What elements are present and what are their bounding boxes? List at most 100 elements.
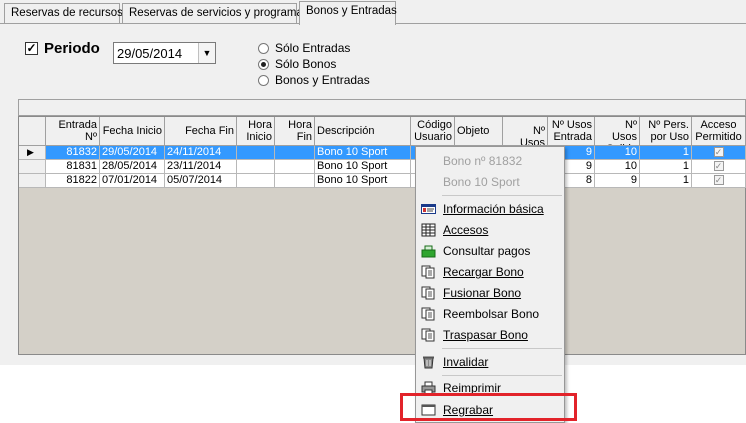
menu-item-label: Traspasar Bono [443,328,528,342]
table-row[interactable]: 81831 28/05/2014 23/11/2014 Bono 10 Spor… [19,160,746,174]
cell-pers: 1 [640,174,692,188]
radio-solo-entradas[interactable]: Sólo Entradas [258,40,350,56]
table-row[interactable]: 81822 07/01/2014 05/07/2014 Bono 10 Spor… [19,174,746,188]
menu-item-recargar-bono[interactable]: Recargar Bono [416,262,564,282]
menu-item-informacion-basica[interactable]: Información básica [416,199,564,219]
col-objeto[interactable]: Objeto [455,117,503,146]
menu-item-reembolsar-bono[interactable]: Reembolsar Bono [416,304,564,324]
cell-hora-inicio [237,160,275,174]
col-fecha-fin[interactable]: Fecha Fin [165,117,237,146]
cell-fecha-fin: 05/07/2014 [165,174,237,188]
cell-entrada: 81831 [46,160,100,174]
cell-pers: 1 [640,146,692,160]
menu-item-label: Reembolsar Bono [443,307,540,321]
cell-fecha-inicio: 29/05/2014 [100,146,165,160]
tab-reservas-servicios[interactable]: Reservas de servicios y programas [122,3,309,24]
radio-icon [258,42,269,54]
col-pers-por-uso[interactable]: Nº Pers. por Uso [640,117,692,146]
bonos-grid: Entrada Nº Fecha Inicio Fecha Fin Hora I… [18,116,746,355]
cell-entrada: 81832 [46,146,100,160]
col-acceso-permitido[interactable]: Acceso Permitido [692,117,746,146]
col-entrada[interactable]: Entrada Nº [46,117,100,146]
col-hora-inicio[interactable]: Hora Inicio [237,117,275,146]
documents-icon [421,286,435,300]
row-indicator [19,174,46,188]
cell-fecha-inicio: 07/01/2014 [100,174,165,188]
tab-bonos-entradas[interactable]: Bonos y Entradas [299,1,397,25]
highlight-box [400,393,577,421]
documents-icon [421,328,435,342]
table-row[interactable]: ▶ 81832 29/05/2014 24/11/2014 Bono 10 Sp… [19,146,746,160]
grid-table-icon [421,223,436,237]
menu-item-invalidar[interactable]: Invalidar [416,352,564,372]
tab-reservas-recursos[interactable]: Reservas de recursos [4,3,123,24]
menu-item-label: Información básica [443,202,544,216]
date-picker[interactable]: 29/05/2014 ▼ [113,42,216,64]
checkbox-checked-icon: ✓ [713,175,724,185]
menu-item-label: Recargar Bono [443,265,524,279]
menu-item-label: Invalidar [443,355,489,369]
radio-selected-icon [258,58,269,70]
radio-bonos-entradas[interactable]: Bonos y Entradas [258,72,370,88]
cell-descripcion: Bono 10 Sport [315,146,411,160]
menu-item-traspasar-bono[interactable]: Traspasar Bono [416,325,564,345]
row-pointer-icon: ▶ [19,146,46,160]
radio-solo-bonos[interactable]: Sólo Bonos [258,56,336,72]
col-hora-fin[interactable]: Hora Fin [275,117,315,146]
cell-hora-inicio [237,174,275,188]
radio-label: Bonos y Entradas [275,73,370,87]
cell-hora-fin [275,146,315,160]
menu-item-label: Fusionar Bono [443,286,522,300]
context-menu: Bono nº 81832 Bono 10 Sport Información … [415,146,565,423]
tab-bar: Reservas de recursos Reservas de servici… [0,0,746,25]
cell-entrada: 81822 [46,174,100,188]
trash-bin-icon [423,356,434,369]
cell-descripcion: Bono 10 Sport [315,160,411,174]
row-indicator-header [19,117,46,146]
cell-fecha-fin: 23/11/2014 [165,160,237,174]
cell-acceso: ✓ [692,146,746,160]
col-n-usos[interactable]: Nº Usos [503,117,548,146]
periodo-checkbox[interactable]: ✓ [25,42,38,55]
cell-hora-inicio [237,146,275,160]
cash-register-icon [421,245,436,258]
menu-header-bono-name: Bono 10 Sport [443,175,520,189]
menu-item-consultar-pagos[interactable]: Consultar pagos [416,241,564,261]
cell-fecha-fin: 24/11/2014 [165,146,237,160]
col-descripcion[interactable]: Descripción [315,117,411,146]
menu-item-label: Consultar pagos [443,244,531,258]
col-codigo-usuario[interactable]: Código Usuario [411,117,455,146]
cell-acceso: ✓ [692,174,746,188]
col-usos-salida[interactable]: Nº Usos Salida [595,117,640,146]
cell-acceso: ✓ [692,160,746,174]
menu-header-bono-number: Bono nº 81832 [443,154,523,168]
chevron-down-icon[interactable]: ▼ [198,43,215,63]
cell-usos-salida: 9 [595,174,640,188]
radio-label: Sólo Bonos [275,57,337,71]
col-usos-entrada[interactable]: Nº Usos Entrada [548,117,595,146]
menu-item-fusionar-bono[interactable]: Fusionar Bono [416,283,564,303]
date-value: 29/05/2014 [117,46,183,61]
cell-fecha-inicio: 28/05/2014 [100,160,165,174]
cell-hora-fin [275,160,315,174]
periodo-label: Periodo [44,40,100,57]
id-card-icon [421,204,436,214]
cell-descripcion: Bono 10 Sport [315,174,411,188]
menu-item-accesos[interactable]: Accesos [416,220,564,240]
menu-separator [442,375,562,376]
documents-icon [421,307,435,321]
cell-hora-fin [275,174,315,188]
grouping-strip [18,99,746,116]
menu-separator [442,195,562,196]
menu-separator [442,348,562,349]
cell-pers: 1 [640,160,692,174]
radio-icon [258,74,269,86]
cell-usos-salida: 10 [595,146,640,160]
row-indicator [19,160,46,174]
checkbox-checked-icon: ✓ [713,147,724,157]
checkbox-checked-icon: ✓ [713,161,724,171]
cell-usos-salida: 10 [595,160,640,174]
radio-label: Sólo Entradas [275,41,351,55]
col-fecha-inicio[interactable]: Fecha Inicio [100,117,165,146]
menu-item-label: Accesos [443,223,489,237]
